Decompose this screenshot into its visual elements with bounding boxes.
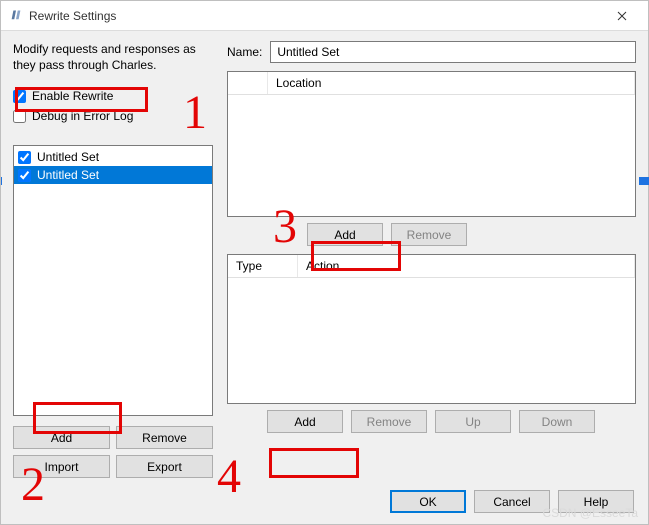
rules-col-type: Type bbox=[228, 255, 298, 277]
rules-table[interactable]: Type Action bbox=[227, 254, 636, 404]
sets-export-button[interactable]: Export bbox=[116, 455, 213, 478]
name-row: Name: bbox=[227, 41, 636, 63]
watermark-text: CSDN @EsseeTa bbox=[542, 506, 638, 520]
sets-remove-button[interactable]: Remove bbox=[116, 426, 213, 449]
locations-table-head: Location bbox=[228, 72, 635, 95]
locations-remove-button[interactable]: Remove bbox=[391, 223, 467, 246]
list-item[interactable]: Untitled Set bbox=[14, 166, 212, 184]
rules-down-button[interactable]: Down bbox=[519, 410, 595, 433]
titlebar: Rewrite Settings bbox=[1, 1, 648, 31]
list-item-checkbox[interactable] bbox=[18, 151, 31, 164]
left-panel: Modify requests and responses as they pa… bbox=[13, 41, 213, 478]
debug-log-input[interactable] bbox=[13, 110, 26, 123]
list-item[interactable]: Untitled Set bbox=[14, 148, 212, 166]
list-item-label: Untitled Set bbox=[37, 168, 99, 182]
sets-button-row: Add Remove Import Export bbox=[13, 426, 213, 478]
rules-remove-button[interactable]: Remove bbox=[351, 410, 427, 433]
sets-list[interactable]: Untitled Set Untitled Set bbox=[13, 145, 213, 416]
sets-add-button[interactable]: Add bbox=[13, 426, 110, 449]
enable-rewrite-label: Enable Rewrite bbox=[32, 89, 113, 103]
list-item-label: Untitled Set bbox=[37, 150, 99, 164]
locations-col-location: Location bbox=[268, 72, 635, 94]
name-label: Name: bbox=[227, 45, 262, 59]
app-icon bbox=[9, 7, 23, 24]
rules-up-button[interactable]: Up bbox=[435, 410, 511, 433]
debug-log-label: Debug in Error Log bbox=[32, 109, 133, 123]
enable-rewrite-checkbox[interactable]: Enable Rewrite bbox=[13, 89, 213, 103]
dialog-body: Modify requests and responses as they pa… bbox=[1, 31, 648, 478]
description-text: Modify requests and responses as they pa… bbox=[13, 41, 213, 73]
rewrite-settings-window: Rewrite Settings Modify requests and res… bbox=[0, 0, 649, 525]
locations-button-row: Add Remove bbox=[227, 223, 636, 246]
sets-import-button[interactable]: Import bbox=[13, 455, 110, 478]
rules-col-action: Action bbox=[298, 255, 635, 277]
window-title: Rewrite Settings bbox=[29, 9, 116, 23]
close-icon[interactable] bbox=[604, 1, 640, 30]
right-panel: Name: Location Add Remove Type Action bbox=[227, 41, 636, 478]
enable-rewrite-input[interactable] bbox=[13, 90, 26, 103]
locations-col-blank bbox=[228, 72, 268, 94]
rules-add-button[interactable]: Add bbox=[267, 410, 343, 433]
list-item-checkbox[interactable] bbox=[18, 169, 31, 182]
locations-table[interactable]: Location bbox=[227, 71, 636, 217]
debug-log-checkbox[interactable]: Debug in Error Log bbox=[13, 109, 213, 123]
ok-button[interactable]: OK bbox=[390, 490, 466, 513]
name-input[interactable] bbox=[270, 41, 636, 63]
rules-table-head: Type Action bbox=[228, 255, 635, 278]
cancel-button[interactable]: Cancel bbox=[474, 490, 550, 513]
rules-button-row: Add Remove Up Down bbox=[227, 410, 636, 433]
locations-add-button[interactable]: Add bbox=[307, 223, 383, 246]
